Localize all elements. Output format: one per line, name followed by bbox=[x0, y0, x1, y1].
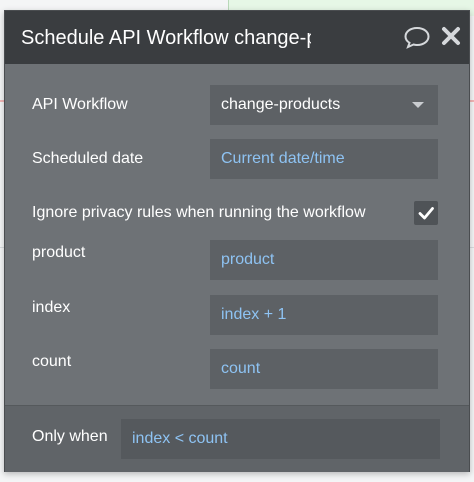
ignore-privacy-label: Ignore privacy rules when running the wo… bbox=[32, 204, 366, 221]
api-workflow-value: change-products bbox=[221, 96, 341, 113]
schedule-api-workflow-dialog: Schedule API Workflow change-products AP… bbox=[4, 10, 470, 472]
index-field[interactable]: index + 1 bbox=[210, 295, 438, 335]
only-when-label: Only when bbox=[32, 428, 108, 445]
api-workflow-select[interactable]: change-products bbox=[210, 85, 438, 125]
dialog-title: Schedule API Workflow change-products bbox=[21, 27, 311, 49]
ignore-privacy-checkbox[interactable] bbox=[414, 201, 438, 225]
chevron-down-icon bbox=[412, 102, 424, 108]
count-field[interactable]: count bbox=[210, 349, 438, 389]
index-label: index bbox=[32, 299, 71, 316]
scheduled-date-field[interactable]: Current date/time bbox=[210, 139, 438, 179]
comment-icon[interactable] bbox=[403, 25, 431, 49]
product-label: product bbox=[32, 244, 86, 261]
count-label: count bbox=[32, 353, 72, 370]
api-workflow-label: API Workflow bbox=[32, 96, 128, 113]
only-when-field[interactable]: index < count bbox=[121, 419, 440, 459]
product-field[interactable]: product bbox=[210, 240, 438, 280]
checkmark-icon bbox=[418, 207, 434, 220]
dialog-header[interactable]: Schedule API Workflow change-products bbox=[5, 11, 469, 64]
close-icon[interactable] bbox=[441, 26, 461, 46]
only-when-section: Only when index < count bbox=[5, 405, 469, 472]
scheduled-date-label: Scheduled date bbox=[32, 150, 144, 167]
